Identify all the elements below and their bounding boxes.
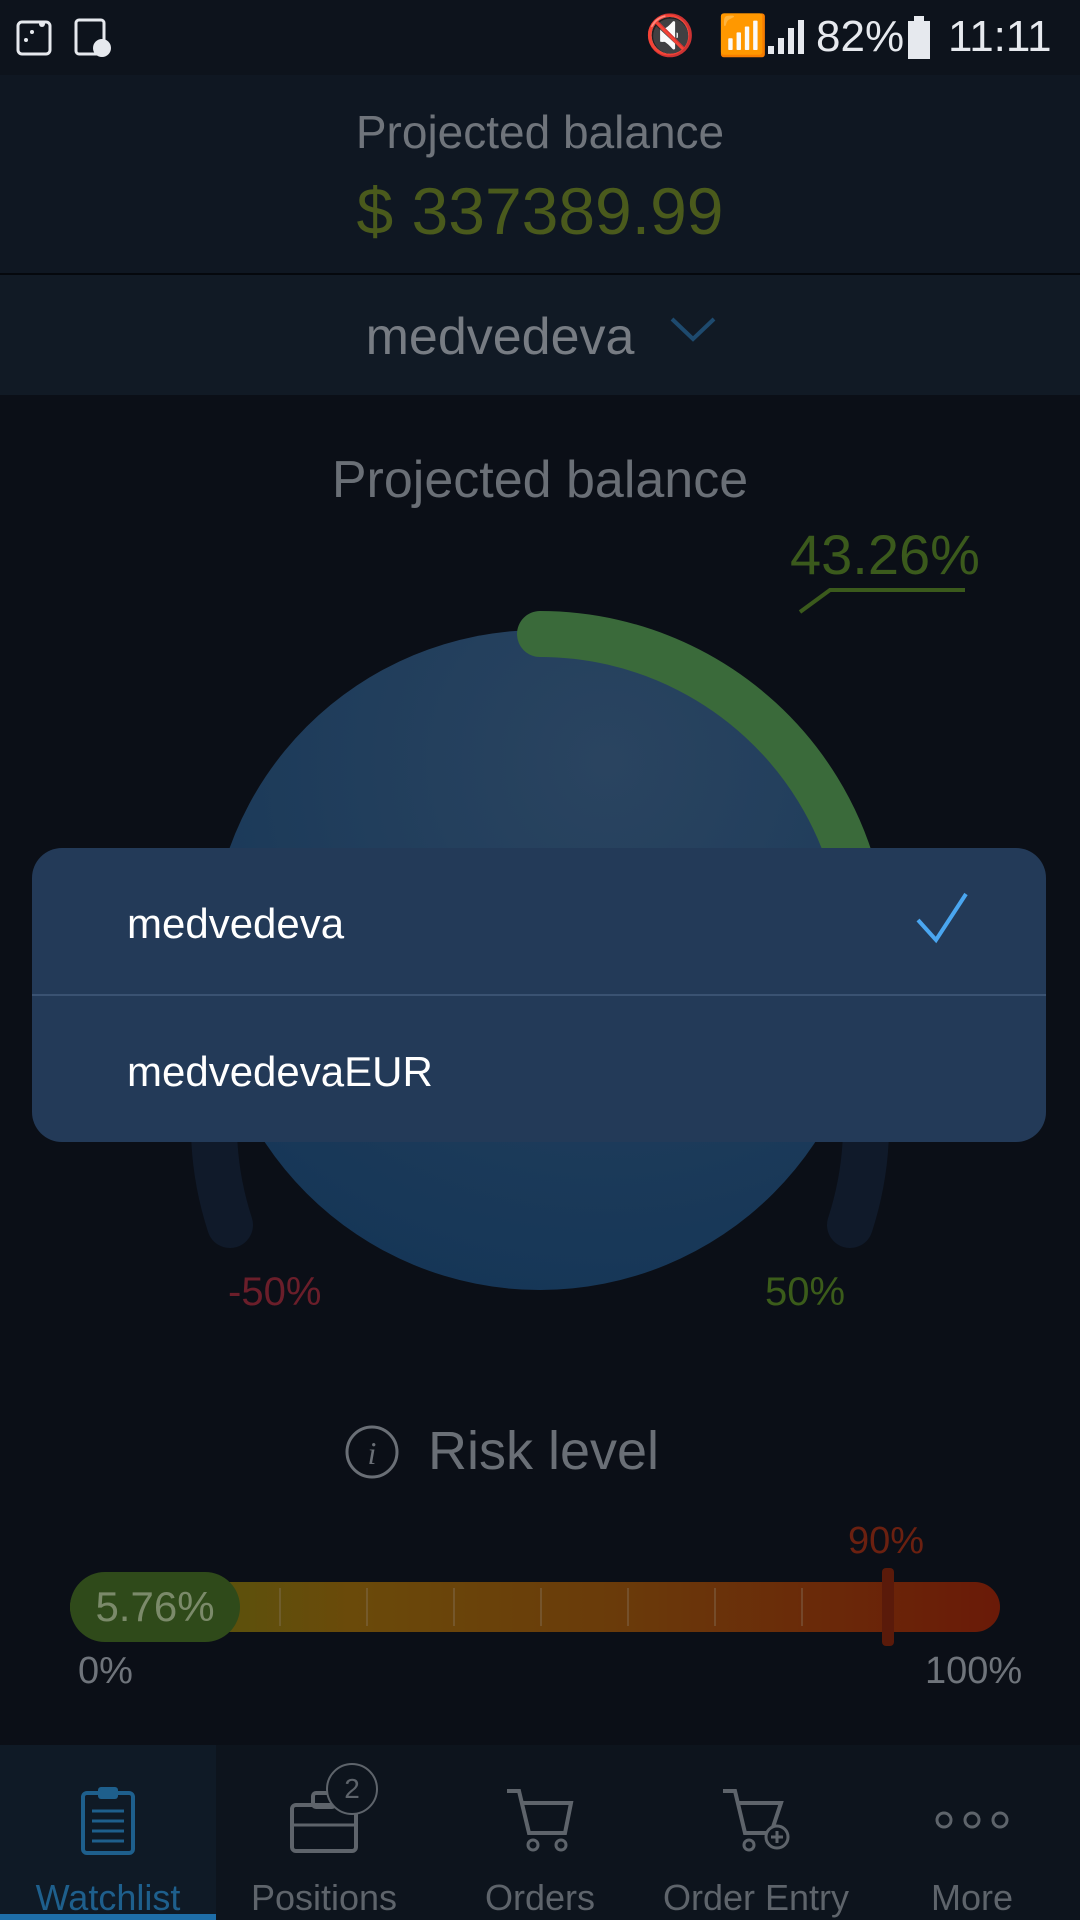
dropdown-item-label: medvedevaEUR xyxy=(127,1048,433,1095)
account-dropdown: medvedeva medvedevaEUR xyxy=(32,848,1046,1142)
nav-label: Order Entry xyxy=(662,1877,850,1918)
info-icon[interactable]: i xyxy=(344,1424,400,1480)
cart-icon xyxy=(507,1789,574,1852)
nav-watchlist[interactable]: Watchlist xyxy=(0,1745,216,1920)
projected-balance-amount: $ 337389.99 xyxy=(356,174,724,248)
account-selector[interactable]: medvedeva xyxy=(0,275,1080,395)
mute-icon: 🔇 xyxy=(645,14,695,58)
gauge-min-label: -50% xyxy=(228,1270,322,1314)
nav-label: Watchlist xyxy=(35,1877,181,1918)
gauge-value-label: 43.26% xyxy=(790,523,980,586)
nav-positions[interactable]: 2 Positions xyxy=(216,1745,432,1920)
risk-min-label: 0% xyxy=(78,1650,133,1692)
screenshot-editor-icon xyxy=(16,20,52,56)
battery-icon xyxy=(908,16,930,59)
checkmark-icon xyxy=(916,892,968,944)
status-bar: 🔇 📶 82% 11:11 xyxy=(0,0,1080,75)
risk-level-title: Risk level xyxy=(428,1421,660,1481)
cart-plus-icon xyxy=(723,1789,790,1852)
calendar-clock-icon xyxy=(74,18,111,57)
header: Projected balance $ 337389.99 xyxy=(0,75,1080,275)
nav-label: Orders xyxy=(484,1877,596,1918)
more-icon xyxy=(935,1811,1009,1829)
clipboard-icon xyxy=(81,1787,135,1855)
chevron-down-icon xyxy=(670,317,716,342)
bottom-nav: Watchlist 2 Positions Orders Order Entry xyxy=(0,1745,1080,1920)
dropdown-item-label: medvedeva xyxy=(127,900,345,947)
account-selector-label: medvedeva xyxy=(365,308,635,366)
risk-current-pill: 5.76% xyxy=(70,1572,240,1642)
nav-more[interactable]: More xyxy=(864,1745,1080,1920)
wifi-icon: 📶 xyxy=(718,14,768,58)
battery-percent: 82% xyxy=(816,12,905,61)
svg-text:i: i xyxy=(368,1435,377,1471)
nav-label: More xyxy=(930,1877,1014,1918)
nav-orders[interactable]: Orders xyxy=(432,1745,648,1920)
gauge-leader-line xyxy=(798,588,965,614)
active-indicator xyxy=(0,1914,216,1920)
dropdown-item-medvedeva[interactable]: medvedeva xyxy=(32,848,1046,994)
gauge-max-label: 50% xyxy=(765,1270,846,1314)
dropdown-item-medvedevaeur[interactable]: medvedevaEUR xyxy=(32,996,1046,1142)
nav-label: Positions xyxy=(250,1877,398,1918)
risk-threshold-label: 90% xyxy=(848,1520,925,1562)
risk-threshold-marker xyxy=(882,1568,894,1646)
clock: 11:11 xyxy=(948,12,1052,61)
signal-icon xyxy=(768,20,804,54)
header-title: Projected balance xyxy=(355,106,725,158)
gauge-title: Projected balance xyxy=(331,451,749,509)
nav-order-entry[interactable]: Order Entry xyxy=(648,1745,864,1920)
risk-max-label: 100% xyxy=(925,1650,1023,1692)
positions-badge: 2 xyxy=(326,1763,378,1815)
